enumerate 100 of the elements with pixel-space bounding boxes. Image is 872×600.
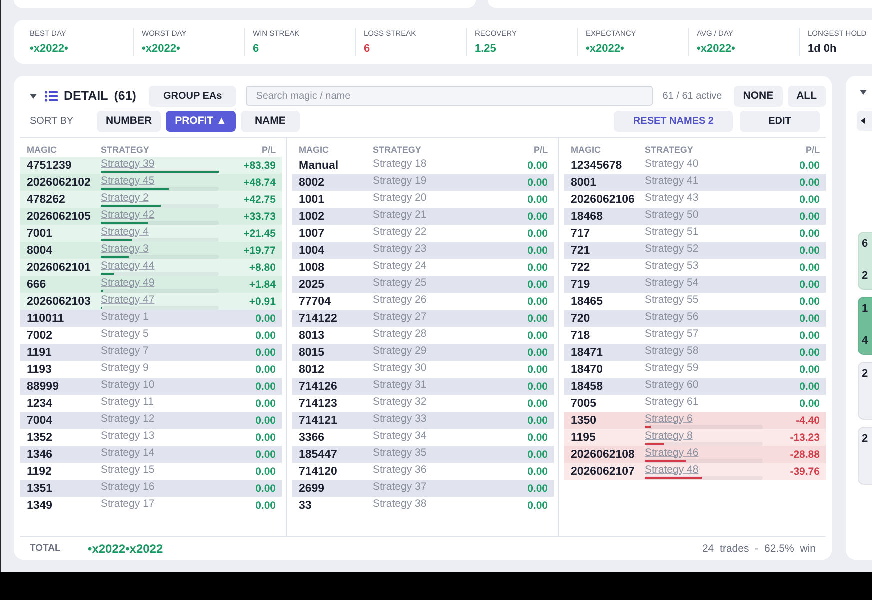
sort-button[interactable]: PROFIT ▲ bbox=[166, 110, 236, 132]
profit-value: 0.00 bbox=[528, 448, 548, 460]
strategy-name: Strategy 38 bbox=[373, 498, 427, 510]
strategy-name: Strategy 39 bbox=[101, 158, 155, 170]
profit-value: 0.00 bbox=[800, 330, 820, 342]
strategy-name: Strategy 26 bbox=[373, 294, 427, 306]
strategy-name: Strategy 8 bbox=[645, 430, 693, 442]
tile-value: 2 bbox=[862, 367, 870, 381]
magic-number: 88999 bbox=[27, 380, 60, 392]
profit-value: 0.00 bbox=[528, 380, 548, 392]
strategy-name: Strategy 33 bbox=[373, 413, 427, 425]
select-button[interactable]: NONE bbox=[734, 86, 783, 106]
profit-value: 0.00 bbox=[528, 262, 548, 274]
profit-value: +21.45 bbox=[244, 228, 276, 240]
stat-value: •x2022• bbox=[30, 42, 70, 56]
magic-number: 720 bbox=[571, 312, 592, 324]
magic-number: 8004 bbox=[27, 244, 54, 256]
profit-value: 0.00 bbox=[800, 228, 820, 240]
strategy-name: Strategy 34 bbox=[373, 430, 427, 442]
magic-number: 714122 bbox=[299, 312, 338, 324]
sort-label: SORT BY bbox=[30, 116, 75, 126]
profit-value: 0.00 bbox=[528, 228, 548, 240]
profit-value: 0.00 bbox=[256, 398, 276, 410]
magic-number: 18458 bbox=[571, 380, 604, 392]
stat-value: 6 bbox=[364, 42, 372, 56]
profit-value: 0.00 bbox=[800, 312, 820, 324]
strategy-name: Strategy 52 bbox=[645, 243, 699, 255]
column-header: P/L bbox=[806, 145, 820, 155]
magic-number: 1193 bbox=[27, 364, 53, 376]
magic-number: 714120 bbox=[299, 466, 338, 478]
trade-summary: 24 trades - 62.5% win bbox=[702, 542, 816, 554]
total-value: •x2022•x2022 bbox=[88, 542, 164, 556]
profit-value: +1.84 bbox=[249, 278, 276, 290]
stat-value: 1d 0h bbox=[808, 42, 838, 56]
caret-icon[interactable] bbox=[30, 94, 37, 98]
sort-button[interactable]: NUMBER bbox=[97, 110, 162, 132]
strategy-name: Strategy 41 bbox=[645, 175, 699, 187]
caret-icon[interactable] bbox=[860, 90, 867, 95]
strategy-name: Strategy 13 bbox=[101, 430, 155, 442]
magic-number: 12345678 bbox=[571, 160, 624, 172]
profit-value: 0.00 bbox=[800, 380, 820, 392]
magic-number: 478262 bbox=[27, 194, 66, 206]
magic-number: 1352 bbox=[27, 432, 54, 444]
strategy-name: Strategy 5 bbox=[101, 328, 149, 340]
select-button[interactable]: ALL bbox=[788, 86, 826, 106]
reset-names-button[interactable]: RESET NAMES 2 bbox=[614, 110, 733, 132]
strategy-name: Strategy 57 bbox=[645, 328, 699, 340]
magic-number: 7002 bbox=[27, 330, 54, 342]
profit-value: +0.91 bbox=[249, 296, 276, 308]
column-header: P/L bbox=[534, 145, 548, 155]
strategy-name: Strategy 1 bbox=[101, 311, 149, 323]
magic-number: 110011 bbox=[27, 312, 66, 324]
profit-value: +83.39 bbox=[244, 160, 276, 172]
profit-value: 0.00 bbox=[256, 414, 276, 426]
search-field[interactable]: Search magic / name bbox=[246, 86, 653, 106]
strategy-name: Strategy 58 bbox=[645, 345, 699, 357]
strategy-name: Strategy 16 bbox=[101, 481, 155, 493]
profit-value: 0.00 bbox=[528, 244, 548, 256]
profit-value: 0.00 bbox=[528, 364, 548, 376]
strategy-name: Strategy 31 bbox=[373, 379, 427, 391]
strategy-name: Strategy 21 bbox=[373, 209, 427, 221]
profit-value: 0.00 bbox=[256, 380, 276, 392]
magic-number: 8015 bbox=[299, 346, 326, 358]
profit-value: 0.00 bbox=[528, 500, 548, 512]
sort-button[interactable]: NAME bbox=[240, 110, 300, 132]
profit-value: 0.00 bbox=[800, 364, 820, 376]
edit-button[interactable]: EDIT bbox=[740, 110, 820, 132]
strategy-name: Strategy 55 bbox=[645, 294, 699, 306]
profit-value: 0.00 bbox=[528, 312, 548, 324]
strategy-name: Strategy 29 bbox=[373, 345, 427, 357]
profit-value: 0.00 bbox=[528, 482, 548, 494]
profit-value: -4.40 bbox=[796, 414, 820, 426]
magic-number: 2026062108 bbox=[571, 448, 636, 460]
strategy-name: Strategy 59 bbox=[645, 362, 699, 374]
magic-number: 2699 bbox=[299, 482, 326, 494]
strategy-name: Strategy 2 bbox=[101, 192, 149, 204]
magic-number: 18468 bbox=[571, 210, 604, 222]
previous-button[interactable] bbox=[857, 111, 872, 131]
strategy-name: Strategy 11 bbox=[101, 396, 154, 408]
group-button[interactable]: GROUP EAs bbox=[149, 86, 236, 106]
magic-number: 1346 bbox=[27, 448, 54, 460]
strategy-name: Strategy 49 bbox=[101, 277, 155, 289]
profit-value: 0.00 bbox=[256, 482, 276, 494]
magic-number: 8001 bbox=[571, 176, 598, 188]
strategy-name: Strategy 54 bbox=[645, 277, 699, 289]
magic-number: 7001 bbox=[27, 228, 54, 240]
profit-value: 0.00 bbox=[800, 278, 820, 290]
strategy-name: Strategy 40 bbox=[645, 158, 699, 170]
strategy-name: Strategy 14 bbox=[101, 447, 155, 459]
column-header: P/L bbox=[262, 145, 276, 155]
magic-number: 4751239 bbox=[27, 160, 73, 172]
magic-number: 717 bbox=[571, 228, 592, 240]
magic-number: 1001 bbox=[299, 194, 326, 206]
strategy-name: Strategy 32 bbox=[373, 396, 427, 408]
strategy-name: Strategy 60 bbox=[645, 379, 699, 391]
strategy-name: Strategy 3 bbox=[101, 243, 149, 255]
profit-value: -28.88 bbox=[790, 448, 820, 460]
profit-value: 0.00 bbox=[256, 312, 276, 324]
profit-value: 0.00 bbox=[528, 278, 548, 290]
column-header: STRATEGY bbox=[373, 145, 422, 155]
